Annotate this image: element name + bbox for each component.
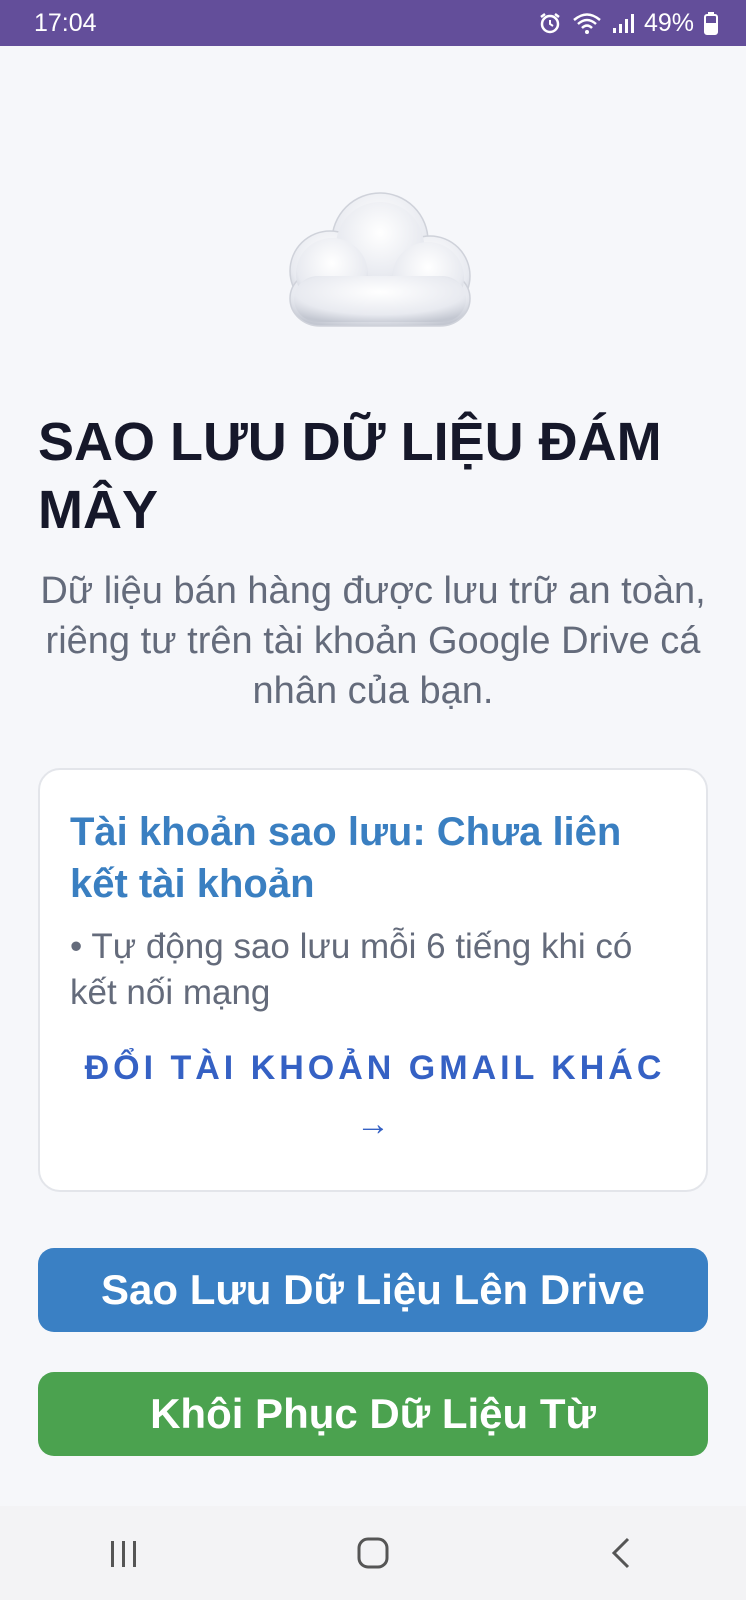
signal-icon xyxy=(612,12,634,34)
home-button[interactable] xyxy=(313,1513,433,1593)
back-icon xyxy=(611,1537,629,1569)
change-gmail-link[interactable]: ĐỔI TÀI KHOẢN GMAIL KHÁC → xyxy=(60,1040,690,1152)
battery-percent: 49% xyxy=(643,8,694,37)
page-subtitle: Dữ liệu bán hàng được lưu trữ an toàn, r… xyxy=(40,570,706,712)
recent-apps-icon xyxy=(111,1541,137,1567)
cloud-icon xyxy=(289,192,471,327)
back-button[interactable] xyxy=(562,1513,682,1593)
account-status: Tài khoản sao lưu: Chưa liên kết tài kho… xyxy=(70,810,622,906)
auto-backup-note: • Tự động sao lưu mỗi 6 tiếng khi có kết… xyxy=(70,927,633,1012)
status-time: 17:04 xyxy=(34,8,97,37)
system-nav-bar xyxy=(0,1506,746,1600)
status-bar: 17:04 49% xyxy=(0,0,746,46)
battery-icon xyxy=(704,11,718,35)
home-icon xyxy=(357,1537,389,1569)
backup-screen: SAO LƯU DỮ LIỆU ĐÁM MÂY Dữ liệu bán hàng… xyxy=(0,46,746,1506)
wifi-icon xyxy=(572,11,602,35)
recent-apps-button[interactable] xyxy=(64,1513,184,1593)
backup-to-drive-button[interactable]: Sao Lưu Dữ Liệu Lên Drive xyxy=(38,1248,708,1332)
restore-data-button[interactable]: Khôi Phục Dữ Liệu Từ xyxy=(38,1372,708,1456)
status-icons: 49% xyxy=(538,9,718,38)
alarm-icon xyxy=(538,11,562,35)
backup-account-card: Tài khoản sao lưu: Chưa liên kết tài kho… xyxy=(38,768,708,1192)
page-title: SAO LƯU DỮ LIỆU ĐÁM MÂY xyxy=(38,412,662,540)
